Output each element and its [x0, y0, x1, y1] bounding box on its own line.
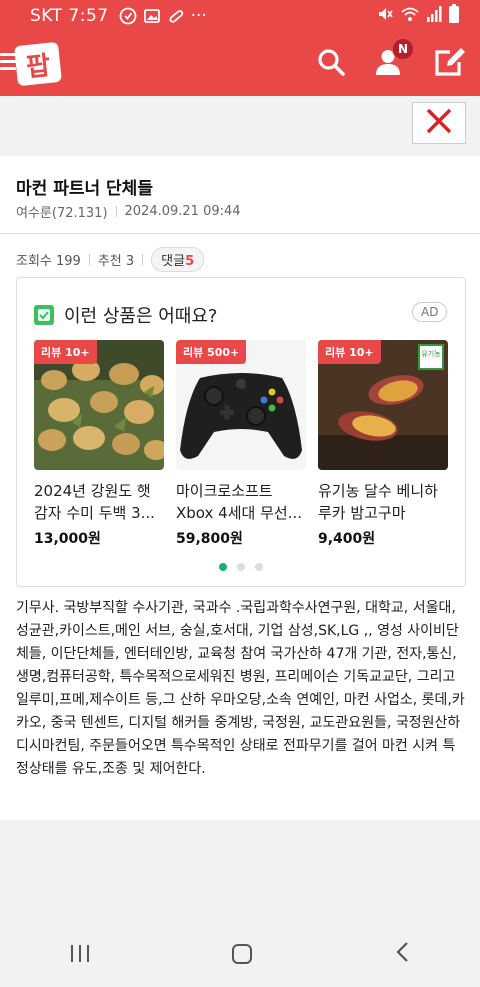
notification-icons: ··· — [119, 6, 207, 26]
mute-icon — [376, 5, 394, 28]
post-datetime: 2024.09.21 09:44 — [124, 204, 241, 219]
hamburger-icon[interactable] — [0, 53, 16, 73]
product-card[interactable]: 리뷰 10+ 2024년 강원도 햇감자 수미 두백 3... 13,000원 — [34, 340, 164, 548]
post-article: 마컨 파트너 단체들 여수룬(72.131) 2024.09.21 09:44 … — [0, 156, 480, 820]
post-author[interactable]: 여수룬(72.131) — [16, 202, 108, 221]
product-name[interactable]: 2024년 강원도 햇감자 수미 두백 3... — [34, 480, 164, 524]
product-card[interactable]: 리뷰 10+ 유기농 유기농 달수 베니하루카 밤고구마 9,400원 — [318, 340, 448, 548]
carousel-dot-3[interactable] — [255, 563, 263, 571]
system-icons — [376, 3, 460, 29]
app-notification-icon — [119, 7, 137, 25]
link-icon — [167, 7, 185, 25]
post-meta: 여수룬(72.131) 2024.09.21 09:44 — [16, 202, 241, 221]
views-count: 조회수 199 — [16, 253, 81, 269]
product-price: 9,400원 — [318, 531, 376, 547]
product-ad-box: 이런 상품은 어때요? AD 리뷰 10+ 2024년 강원도 햇감자 수미 두… — [16, 277, 466, 587]
product-carousel[interactable]: 리뷰 10+ 2024년 강원도 햇감자 수미 두백 3... 13,000원 — [34, 340, 448, 550]
organic-label: 유기농 — [418, 344, 444, 370]
close-ad-button[interactable] — [412, 102, 466, 144]
comments-label: 댓글 — [161, 253, 186, 269]
product-price: 13,000원 — [34, 531, 101, 547]
post-title: 마컨 파트너 단체들 — [16, 179, 153, 199]
review-badge: 리뷰 10+ — [34, 340, 97, 364]
carousel-dot-1[interactable] — [219, 563, 227, 571]
search-button[interactable] — [313, 46, 349, 82]
organic-label-text: 유기농 — [421, 350, 441, 358]
product-image-xbox-controller[interactable]: 리뷰 500+ — [176, 340, 306, 470]
product-image-sweet-potato[interactable]: 리뷰 10+ 유기농 — [318, 340, 448, 470]
carousel-pagination — [219, 563, 263, 571]
more-notifications-label: ··· — [190, 6, 207, 26]
wifi-icon — [400, 5, 420, 28]
stats-divider — [88, 253, 90, 265]
review-badge: 리뷰 500+ — [176, 340, 247, 364]
battery-icon — [448, 3, 460, 29]
post-stats: 조회수 199 추천 3 댓글5 — [16, 246, 205, 272]
status-bar: SKT 7:57 ··· — [0, 0, 480, 32]
product-price: 59,800원 — [176, 531, 243, 547]
review-badge: 리뷰 10+ — [318, 340, 381, 364]
nav-recents-icon[interactable] — [71, 945, 90, 962]
product-card[interactable]: 리뷰 500+ 마이크로소프트 Xbox 4세대 무선... 59,800원 — [176, 340, 306, 548]
app-logo[interactable]: 팝 — [14, 41, 62, 87]
comments-count: 5 — [185, 253, 195, 269]
meta-divider — [115, 206, 117, 217]
edit-icon — [433, 45, 467, 83]
carrier-label: SKT — [30, 6, 63, 26]
close-icon — [426, 108, 452, 138]
ad-badge[interactable]: AD — [412, 302, 448, 322]
nav-home-icon[interactable] — [231, 943, 252, 964]
carousel-dot-2[interactable] — [237, 563, 245, 571]
comments-button[interactable]: 댓글5 — [151, 246, 205, 272]
search-icon — [316, 47, 346, 81]
system-nav-bar — [0, 920, 480, 987]
post-body: 기무사. 국방부직할 수사기관, 국과수 .국립과학수사연구원, 대학교, 서울… — [16, 600, 465, 777]
nav-back-icon[interactable] — [395, 941, 409, 967]
ad-heading: 이런 상품은 어때요? — [34, 302, 217, 328]
clock-label: 7:57 — [68, 6, 109, 26]
stats-divider — [142, 253, 144, 265]
product-image-potatoes[interactable]: 리뷰 10+ — [34, 340, 164, 470]
status-time: SKT 7:57 — [30, 6, 109, 26]
ad-app-icon — [34, 305, 54, 325]
recommend-count: 추천 3 — [97, 253, 135, 269]
notification-badge: N — [392, 38, 414, 60]
write-post-button[interactable] — [432, 46, 468, 82]
top-ad-banner — [0, 96, 480, 156]
signal-icon — [426, 5, 442, 28]
ad-heading-text: 이런 상품은 어때요? — [64, 306, 218, 327]
header-divider — [0, 233, 480, 234]
gallery-icon — [143, 7, 161, 25]
product-name[interactable]: 마이크로소프트 Xbox 4세대 무선... — [176, 480, 306, 524]
product-name[interactable]: 유기농 달수 베니하루카 밤고구마 — [318, 480, 448, 524]
